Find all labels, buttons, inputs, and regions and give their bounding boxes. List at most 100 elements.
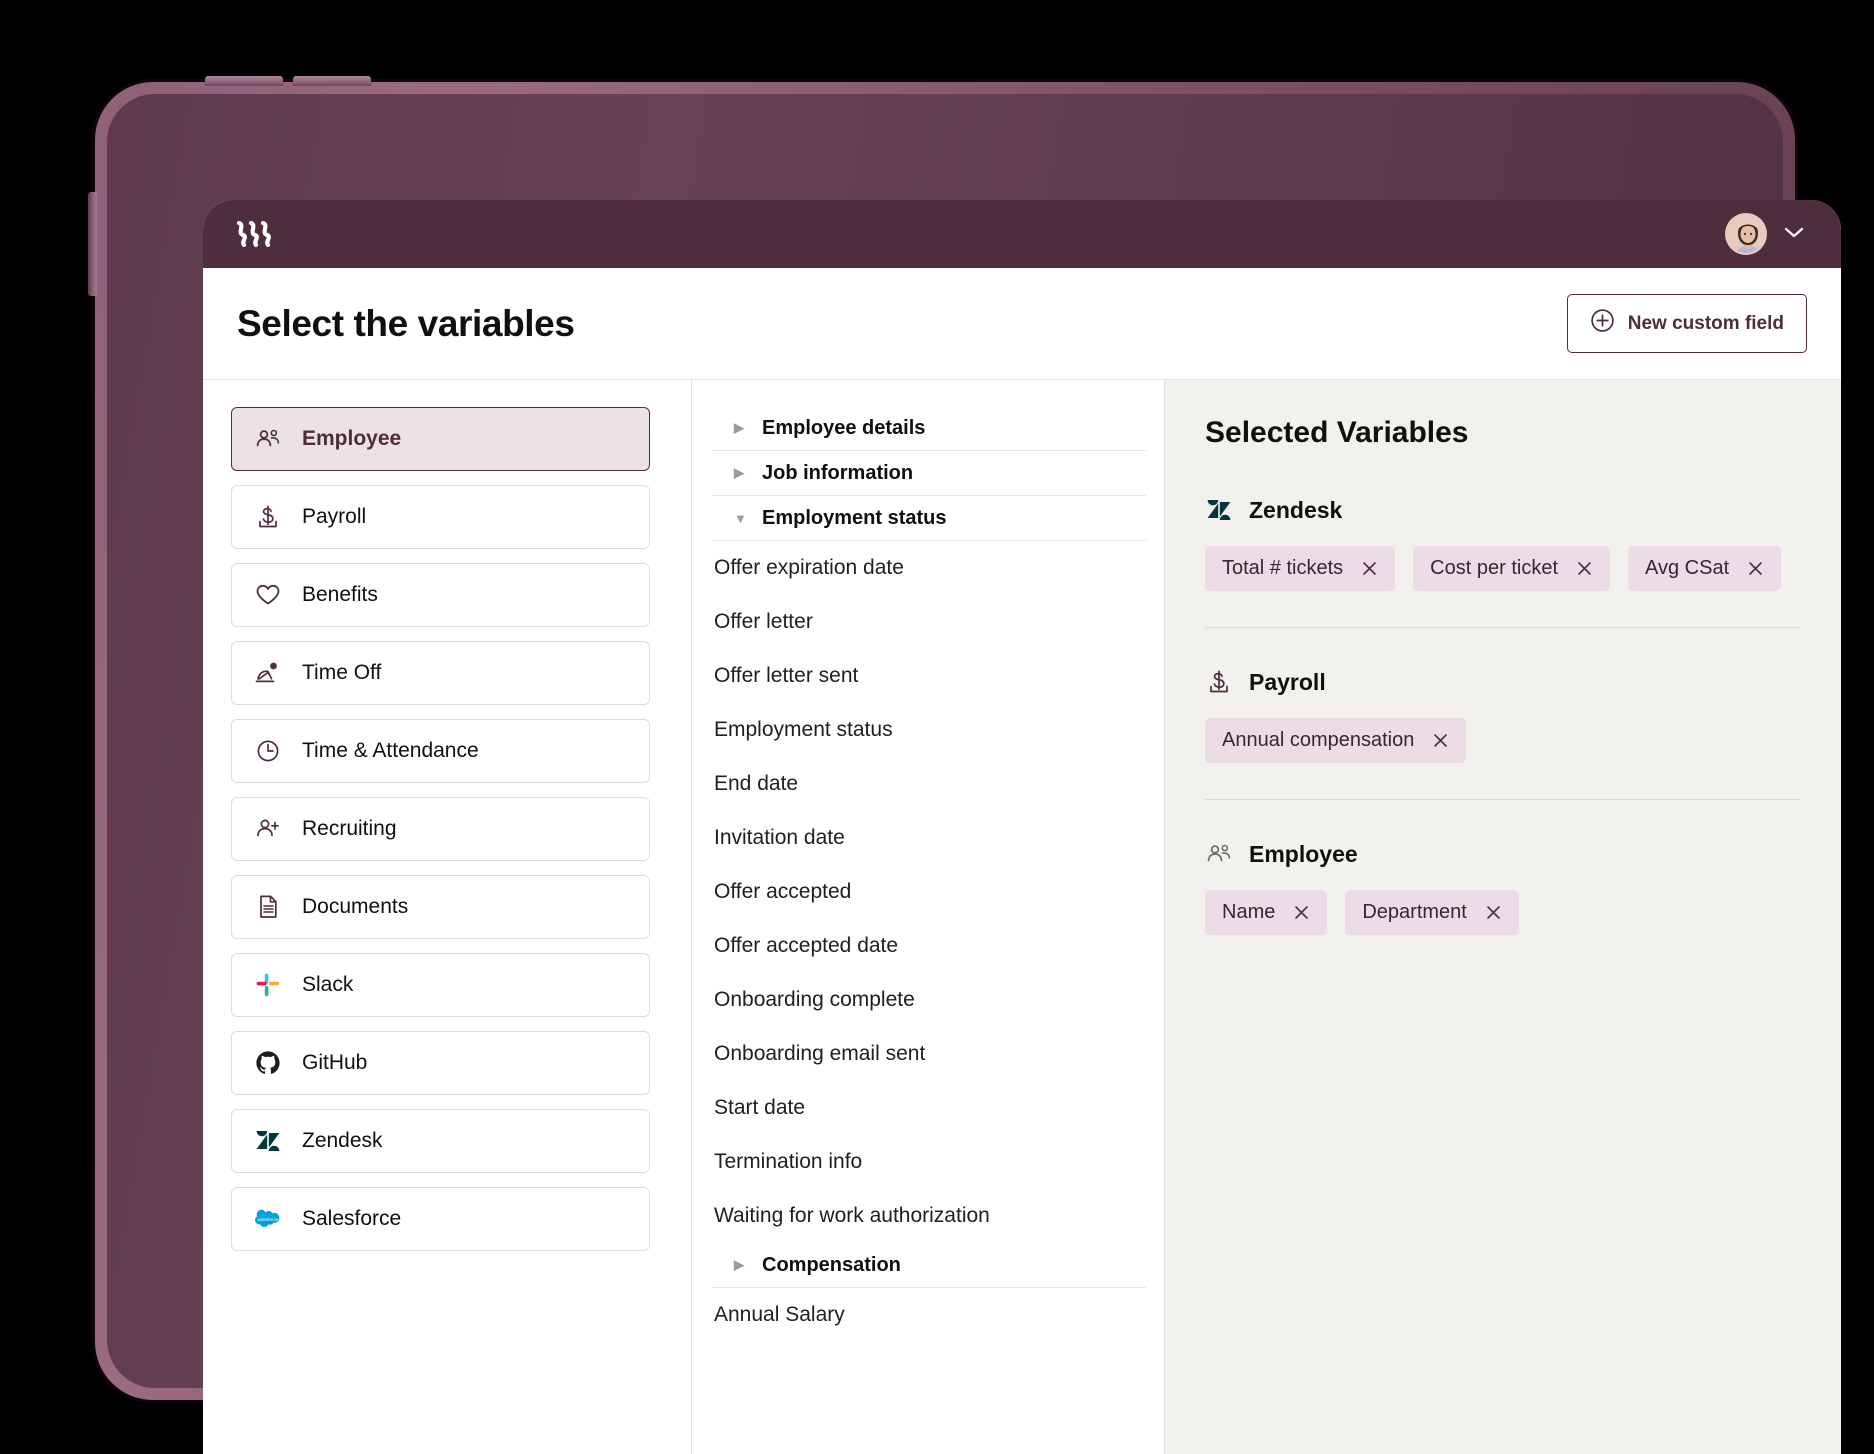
variable-group-employee-details[interactable]: ▶ Employee details	[712, 406, 1146, 451]
variable-item[interactable]: Offer letter sent	[692, 649, 1164, 703]
sidebar-item-github[interactable]: GitHub	[231, 1031, 650, 1095]
people-icon	[1205, 840, 1233, 868]
sidebar-item-time-off[interactable]: Time Off	[231, 641, 650, 705]
tablet-device-frame: Select the variables New custom field Em…	[95, 82, 1795, 1400]
body-columns: Employee Payroll Benefits Time Off Time & At…	[203, 380, 1841, 1454]
github-icon	[254, 1049, 282, 1077]
variable-group-label: Job information	[762, 462, 913, 485]
variable-item[interactable]: Invitation date	[692, 811, 1164, 865]
remove-tag-close-icon[interactable]	[1485, 904, 1502, 921]
selected-group-divider	[1205, 799, 1801, 800]
chevron-right-icon[interactable]: ▶	[734, 1257, 748, 1273]
selected-group-label: Zendesk	[1249, 497, 1342, 524]
sidebar-item-salesforce[interactable]: salesforceSalesforce	[231, 1187, 650, 1251]
selected-variable-tag-label: Name	[1222, 901, 1275, 924]
remove-tag-close-icon[interactable]	[1747, 560, 1764, 577]
selected-variable-tag: Department	[1345, 890, 1519, 935]
sidebar-item-benefits[interactable]: Benefits	[231, 563, 650, 627]
dollar-icon	[1205, 668, 1233, 696]
variable-item[interactable]: Offer accepted date	[692, 919, 1164, 973]
variable-list-column[interactable]: ▶ Employee details ▶ Job information ▼ Employ…	[692, 380, 1165, 1454]
sidebar-item-employee[interactable]: Employee	[231, 407, 650, 471]
selected-group-header: Zendesk	[1205, 496, 1801, 524]
plus-circle-icon	[1590, 308, 1615, 339]
sidebar-item-label: GitHub	[302, 1051, 367, 1075]
variable-item-label: Onboarding email sent	[714, 1042, 925, 1066]
variable-item-label: Termination info	[714, 1150, 862, 1174]
remove-tag-close-icon[interactable]	[1361, 560, 1378, 577]
rippling-logo-icon[interactable]	[235, 219, 275, 249]
volume-down-button[interactable]	[293, 76, 371, 86]
sidebar-item-label: Benefits	[302, 583, 378, 607]
person-add-icon	[254, 815, 282, 843]
variable-item-label: Offer accepted date	[714, 934, 898, 958]
variable-item[interactable]: Annual Salary	[692, 1288, 1164, 1342]
remove-tag-close-icon[interactable]	[1432, 732, 1449, 749]
variable-item[interactable]: Offer letter	[692, 595, 1164, 649]
variable-item-label: Employment status	[714, 718, 893, 742]
sidebar-item-payroll[interactable]: Payroll	[231, 485, 650, 549]
variable-item-label: Offer accepted	[714, 880, 851, 904]
selected-variable-tag: Name	[1205, 890, 1327, 935]
variable-item-label: Invitation date	[714, 826, 845, 850]
variable-group-label: Employment status	[762, 507, 946, 530]
variable-group-label: Compensation	[762, 1254, 901, 1277]
selected-variable-tag: Avg CSat	[1628, 546, 1781, 591]
selected-tag-list: Name Department	[1205, 890, 1801, 935]
variable-item[interactable]: Offer expiration date	[692, 541, 1164, 595]
chevron-right-icon[interactable]: ▶	[734, 465, 748, 481]
selected-variable-tag-label: Cost per ticket	[1430, 557, 1558, 580]
variable-item[interactable]: End date	[692, 757, 1164, 811]
sidebar-item-label: Time & Attendance	[302, 739, 479, 763]
page-title: Select the variables	[237, 303, 575, 345]
selected-tag-list: Annual compensation	[1205, 718, 1801, 763]
variable-group-compensation[interactable]: ▶ Compensation	[712, 1243, 1146, 1288]
variable-item[interactable]: Onboarding email sent	[692, 1027, 1164, 1081]
power-button[interactable]	[88, 192, 97, 296]
beach-icon	[254, 659, 282, 687]
sidebar-item-label: Time Off	[302, 661, 381, 685]
selected-variable-tag-label: Total # tickets	[1222, 557, 1343, 580]
volume-up-button[interactable]	[205, 76, 283, 86]
remove-tag-close-icon[interactable]	[1293, 904, 1310, 921]
variable-group-label: Employee details	[762, 417, 925, 440]
new-custom-field-button[interactable]: New custom field	[1567, 294, 1807, 353]
chevron-down-icon[interactable]	[1783, 225, 1805, 244]
variable-item[interactable]: Employment status	[692, 703, 1164, 757]
sidebar-item-label: Employee	[302, 427, 401, 451]
sidebar-item-label: Recruiting	[302, 817, 397, 841]
document-icon	[254, 893, 282, 921]
sidebar-item-recruiting[interactable]: Recruiting	[231, 797, 650, 861]
sidebar-item-zendesk[interactable]: Zendesk	[231, 1109, 650, 1173]
variable-item-label: Offer expiration date	[714, 556, 904, 580]
user-menu[interactable]	[1725, 213, 1805, 255]
sidebar-item-documents[interactable]: Documents	[231, 875, 650, 939]
selected-group-label: Payroll	[1249, 669, 1326, 696]
selected-groups: Zendesk Total # tickets Cost per ticket Avg…	[1205, 496, 1801, 935]
variable-item[interactable]: Termination info	[692, 1135, 1164, 1189]
chevron-right-icon[interactable]: ▶	[734, 420, 748, 436]
variable-item-label: Annual Salary	[714, 1303, 845, 1327]
page-header: Select the variables New custom field	[203, 268, 1841, 380]
variable-item-label: Offer letter	[714, 610, 813, 634]
selected-variable-tag-label: Avg CSat	[1645, 557, 1729, 580]
category-sidebar[interactable]: Employee Payroll Benefits Time Off Time & At…	[203, 380, 692, 1454]
selected-variable-tag: Cost per ticket	[1413, 546, 1610, 591]
app-header	[203, 200, 1841, 268]
variable-item[interactable]: Onboarding complete	[692, 973, 1164, 1027]
variable-item-label: Onboarding complete	[714, 988, 915, 1012]
variable-item[interactable]: Start date	[692, 1081, 1164, 1135]
chevron-down-icon[interactable]: ▼	[734, 511, 748, 526]
sidebar-item-slack[interactable]: Slack	[231, 953, 650, 1017]
new-custom-field-label: New custom field	[1628, 313, 1784, 335]
salesforce-icon: salesforce	[254, 1205, 282, 1233]
avatar[interactable]	[1725, 213, 1767, 255]
sidebar-item-time-attendance[interactable]: Time & Attendance	[231, 719, 650, 783]
selected-tag-list: Total # tickets Cost per ticket Avg CSat	[1205, 546, 1801, 591]
remove-tag-close-icon[interactable]	[1576, 560, 1593, 577]
variable-group-employment-status[interactable]: ▼ Employment status	[712, 496, 1146, 541]
variable-item-label: Start date	[714, 1096, 805, 1120]
variable-item[interactable]: Offer accepted	[692, 865, 1164, 919]
variable-item[interactable]: Waiting for work authorization	[692, 1189, 1164, 1243]
variable-group-job-information[interactable]: ▶ Job information	[712, 451, 1146, 496]
